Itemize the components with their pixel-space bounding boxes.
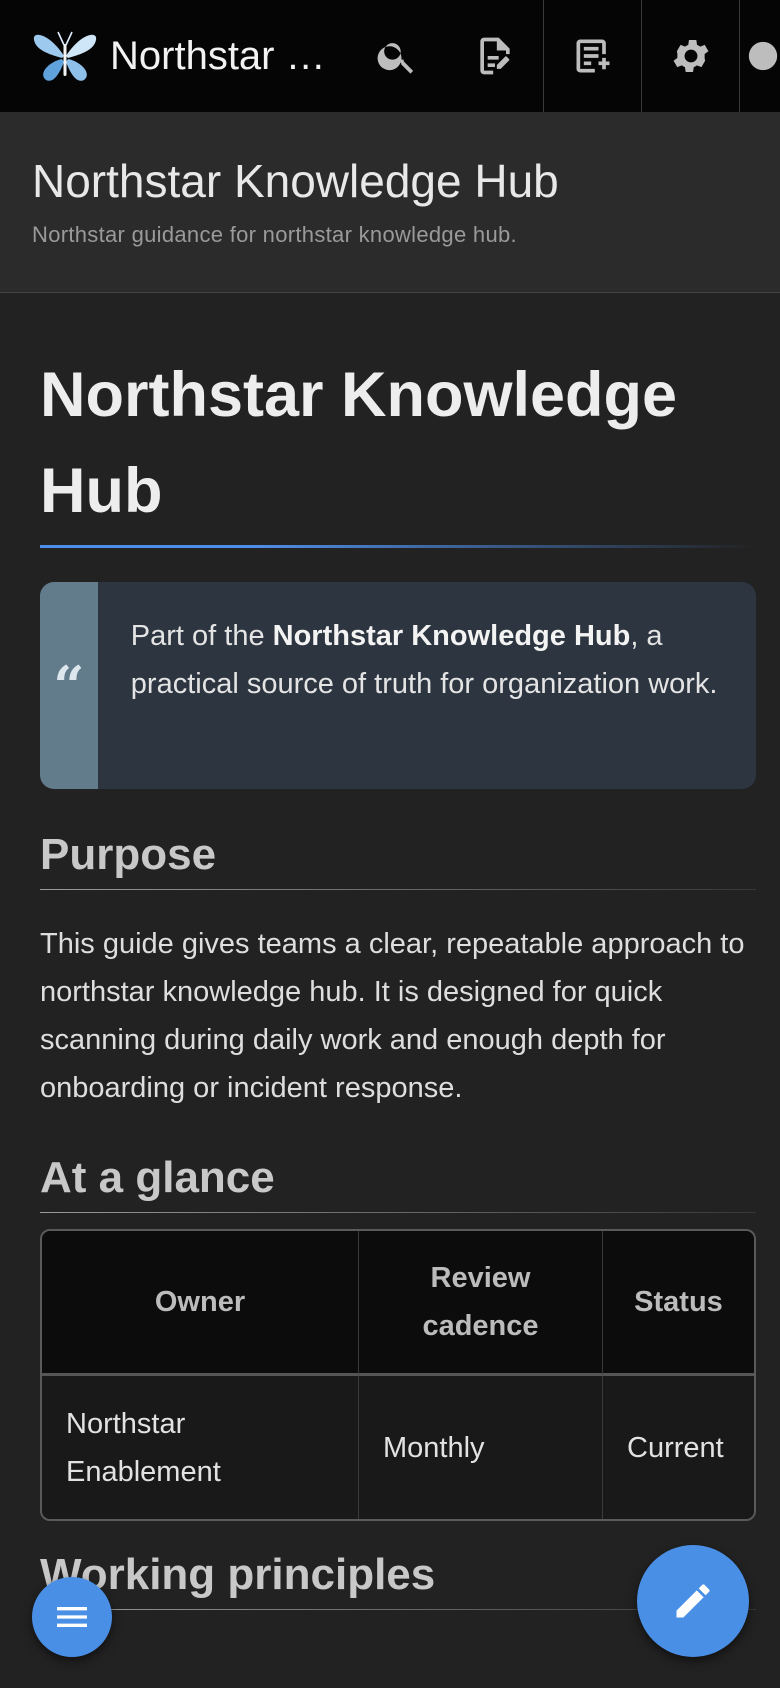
purpose-paragraph: This guide gives teams a clear, repeatab… [40,928,745,1104]
main-content: Northstar Knowledge Hub “ Part of the No… [40,293,756,1610]
hamburger-menu-icon [57,1607,87,1627]
edit-document-icon [480,37,510,75]
edit-page-button[interactable] [446,0,544,112]
callout-text: Part of the Northstar Knowledge Hub, a p… [98,582,756,789]
callout-sidebar: “ [40,582,98,789]
callout-bold: Northstar Knowledge Hub [272,620,631,652]
site-subtitle: Northstar guidance for northstar knowled… [32,222,517,247]
new-page-icon [576,39,610,73]
new-page-button[interactable] [544,0,642,112]
table-row: Northstar Enablement Monthly Current [42,1376,754,1519]
title-underline [40,545,756,548]
search-button[interactable] [348,0,446,112]
page-title: Northstar Knowledge Hub [40,360,678,526]
site-title[interactable]: Northstar Knowledge Hub [32,154,559,208]
column-header-owner: Owner [42,1231,358,1376]
brand-title: Northstar Knowledge Hub [110,33,330,78]
cell-owner: Northstar Enablement [42,1376,358,1519]
section-underline [40,889,756,890]
butterfly-logo-icon [33,31,97,81]
glance-table: Owner Review cadence Status Northstar En… [40,1229,756,1521]
menu-button[interactable] [32,1577,112,1657]
column-header-review-cadence: Review cadence [358,1231,602,1376]
top-app-bar: Northstar Knowledge Hub [0,0,780,112]
section-underline [40,1212,756,1213]
table-header-row: Owner Review cadence Status [42,1231,754,1376]
brand[interactable]: Northstar Knowledge Hub [0,26,360,86]
cell-review-cadence: Monthly [358,1376,602,1519]
site-header: Northstar Knowledge Hub Northstar guidan… [0,112,780,293]
info-callout: “ Part of the Northstar Knowledge Hub, a… [40,582,756,789]
column-header-status: Status [602,1231,754,1376]
account-button[interactable] [740,0,780,112]
pencil-icon [676,1584,710,1618]
gear-icon [673,40,709,72]
purpose-heading: Purpose [40,830,217,879]
account-icon [748,41,778,71]
quote-icon: “ [53,653,85,718]
cell-status: Current [602,1376,754,1519]
glance-heading: At a glance [40,1153,275,1202]
edit-fab-button[interactable] [637,1545,749,1657]
callout-prefix: Part of the [130,620,273,652]
settings-button[interactable] [642,0,740,112]
search-icon [377,43,414,74]
